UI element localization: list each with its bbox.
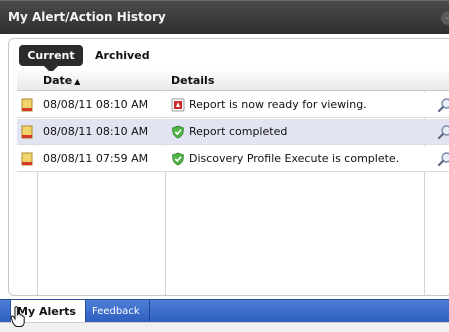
hand-cursor-icon [10, 306, 25, 327]
magnifier-icon[interactable] [437, 97, 449, 113]
row-details: Report completed [171, 119, 287, 145]
date-header-label: Date [43, 74, 73, 87]
row-date: 08/08/11 08:10 AM [43, 125, 149, 138]
magnifier-icon[interactable] [437, 124, 449, 140]
alert-history-window: My Alert/Action History – Current Archiv… [0, 0, 449, 332]
table-row[interactable]: 08/08/11 07:59 AM Discovery Profile Exec… [17, 146, 449, 172]
tab-current[interactable]: Current [19, 45, 83, 73]
status-strip [0, 322, 449, 332]
row-details-text: Report is now ready for viewing. [189, 98, 367, 111]
title-bar[interactable]: My Alert/Action History – [0, 0, 449, 34]
row-details-text: Discovery Profile Execute is complete. [189, 152, 400, 165]
bottom-tab-bar: My Alerts Feedback [0, 299, 449, 323]
details-header-label: Details [171, 74, 215, 87]
sort-ascending-icon: ▲ [74, 77, 81, 86]
tab-current-label: Current [27, 49, 75, 62]
row-date: 08/08/11 07:59 AM [43, 152, 149, 165]
tab-feedback[interactable]: Feedback [88, 300, 150, 323]
table-row[interactable]: 08/08/11 08:10 AM Report completed [17, 119, 449, 145]
alert-grid: Date ▲ Details 08/08/11 08:10 AM Report … [17, 71, 449, 295]
date-column-header[interactable]: Date ▲ [43, 71, 80, 91]
tab-archived[interactable]: Archived [95, 45, 150, 66]
row-date: 08/08/11 08:10 AM [43, 98, 149, 111]
row-details: Report is now ready for viewing. [171, 92, 367, 118]
table-row[interactable]: 08/08/11 08:10 AM Report is now ready fo… [17, 92, 449, 118]
minimize-icon[interactable]: – [441, 11, 449, 25]
tab-archived-label: Archived [95, 49, 150, 62]
row-details-text: Report completed [189, 125, 288, 138]
tab-feedback-label: Feedback [92, 306, 140, 317]
flag-icon [21, 98, 33, 112]
magnifier-icon[interactable] [437, 151, 449, 167]
view-tabstrip: Current Archived [9, 39, 449, 73]
flag-icon [21, 152, 33, 166]
row-details: Discovery Profile Execute is complete. [171, 146, 399, 172]
alert-panel: Current Archived Date ▲ Details 08/08/11… [8, 38, 449, 296]
window-title: My Alert/Action History [8, 10, 166, 24]
flag-icon [21, 125, 33, 139]
details-column-header[interactable]: Details [171, 71, 214, 91]
grid-header: Date ▲ Details [17, 71, 449, 91]
